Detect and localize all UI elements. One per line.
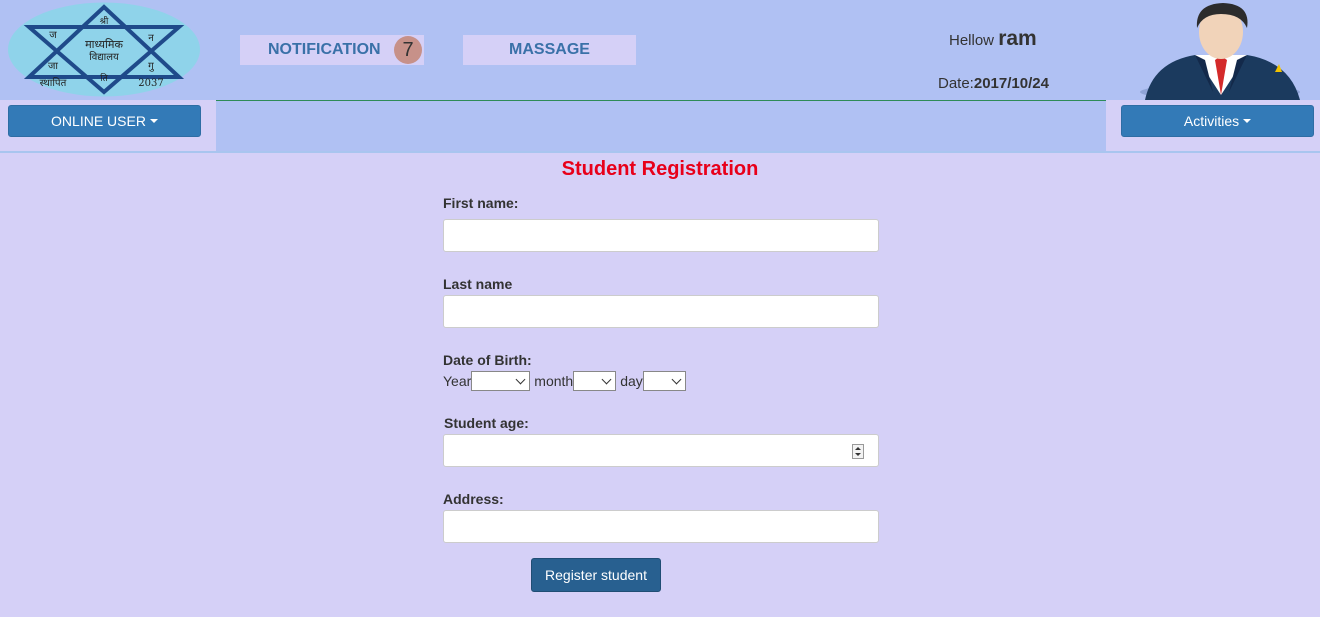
- svg-text:जा: जा: [48, 61, 58, 72]
- spin-up-icon[interactable]: [855, 446, 861, 450]
- day-label: day: [620, 373, 643, 389]
- first-name-label: First name:: [443, 195, 519, 211]
- register-student-button[interactable]: Register student: [531, 558, 661, 592]
- first-name-input[interactable]: [443, 219, 879, 252]
- caret-down-icon: [1243, 119, 1252, 123]
- last-name-input[interactable]: [443, 295, 879, 328]
- date-value: 2017/10/24: [973, 75, 1049, 92]
- month-select[interactable]: [573, 371, 617, 391]
- student-age-label: Student age:: [444, 415, 529, 431]
- svg-text:गु: गु: [148, 61, 155, 72]
- student-age-input[interactable]: [443, 434, 879, 467]
- year-select[interactable]: [471, 371, 531, 391]
- spin-down-icon[interactable]: [855, 453, 861, 457]
- dob-row: Year month day: [443, 371, 686, 391]
- chevron-down-icon: [671, 374, 682, 384]
- nav-bottom-border: [0, 151, 1320, 153]
- notification-count-badge: 7: [394, 36, 422, 64]
- notification-label: NOTIFICATION: [268, 41, 381, 58]
- message-button[interactable]: MASSAGE: [463, 35, 636, 65]
- online-user-label: ONLINE USER: [51, 113, 146, 129]
- dob-label: Date of Birth:: [443, 352, 532, 368]
- day-select[interactable]: [642, 371, 686, 391]
- svg-text:2037: 2037: [138, 78, 163, 89]
- svg-text:ज: ज: [49, 30, 57, 41]
- month-label: month: [534, 373, 574, 389]
- address-input[interactable]: [443, 510, 879, 543]
- caret-down-icon: [149, 119, 158, 123]
- school-logo: श्री ज न माध्यमिक विद्यालय जा गु ति स्था…: [8, 2, 200, 97]
- svg-text:न: न: [148, 33, 154, 44]
- activities-label: Activities: [1183, 113, 1240, 129]
- svg-text:विद्यालय: विद्यालय: [89, 51, 119, 63]
- current-date: Date:2017/10/24: [938, 75, 1049, 92]
- chevron-down-icon: [601, 374, 612, 384]
- chevron-down-icon: [515, 374, 526, 384]
- date-label: Date:: [938, 75, 974, 92]
- username: ram: [998, 27, 1037, 50]
- svg-text:माध्यमिक: माध्यमिक: [85, 38, 123, 51]
- header-divider: [216, 100, 1106, 101]
- svg-text:ति: ति: [100, 72, 108, 84]
- form-title: Student Registration: [561, 158, 759, 180]
- greeting: Hellow ram: [949, 27, 1037, 51]
- year-label: Year: [443, 373, 472, 389]
- activities-dropdown[interactable]: Activities: [1121, 105, 1314, 137]
- notification-button[interactable]: NOTIFICATION 7: [240, 35, 424, 65]
- svg-text:स्थापित: स्थापित: [40, 77, 67, 89]
- logo-text-top: श्री: [100, 15, 109, 27]
- last-name-label: Last name: [443, 276, 513, 292]
- online-user-dropdown[interactable]: ONLINE USER: [8, 105, 201, 137]
- address-label: Address:: [443, 491, 504, 507]
- greeting-text: Hellow: [949, 32, 995, 49]
- number-spinner[interactable]: [852, 444, 864, 459]
- businessman-avatar-icon[interactable]: [1135, 0, 1305, 100]
